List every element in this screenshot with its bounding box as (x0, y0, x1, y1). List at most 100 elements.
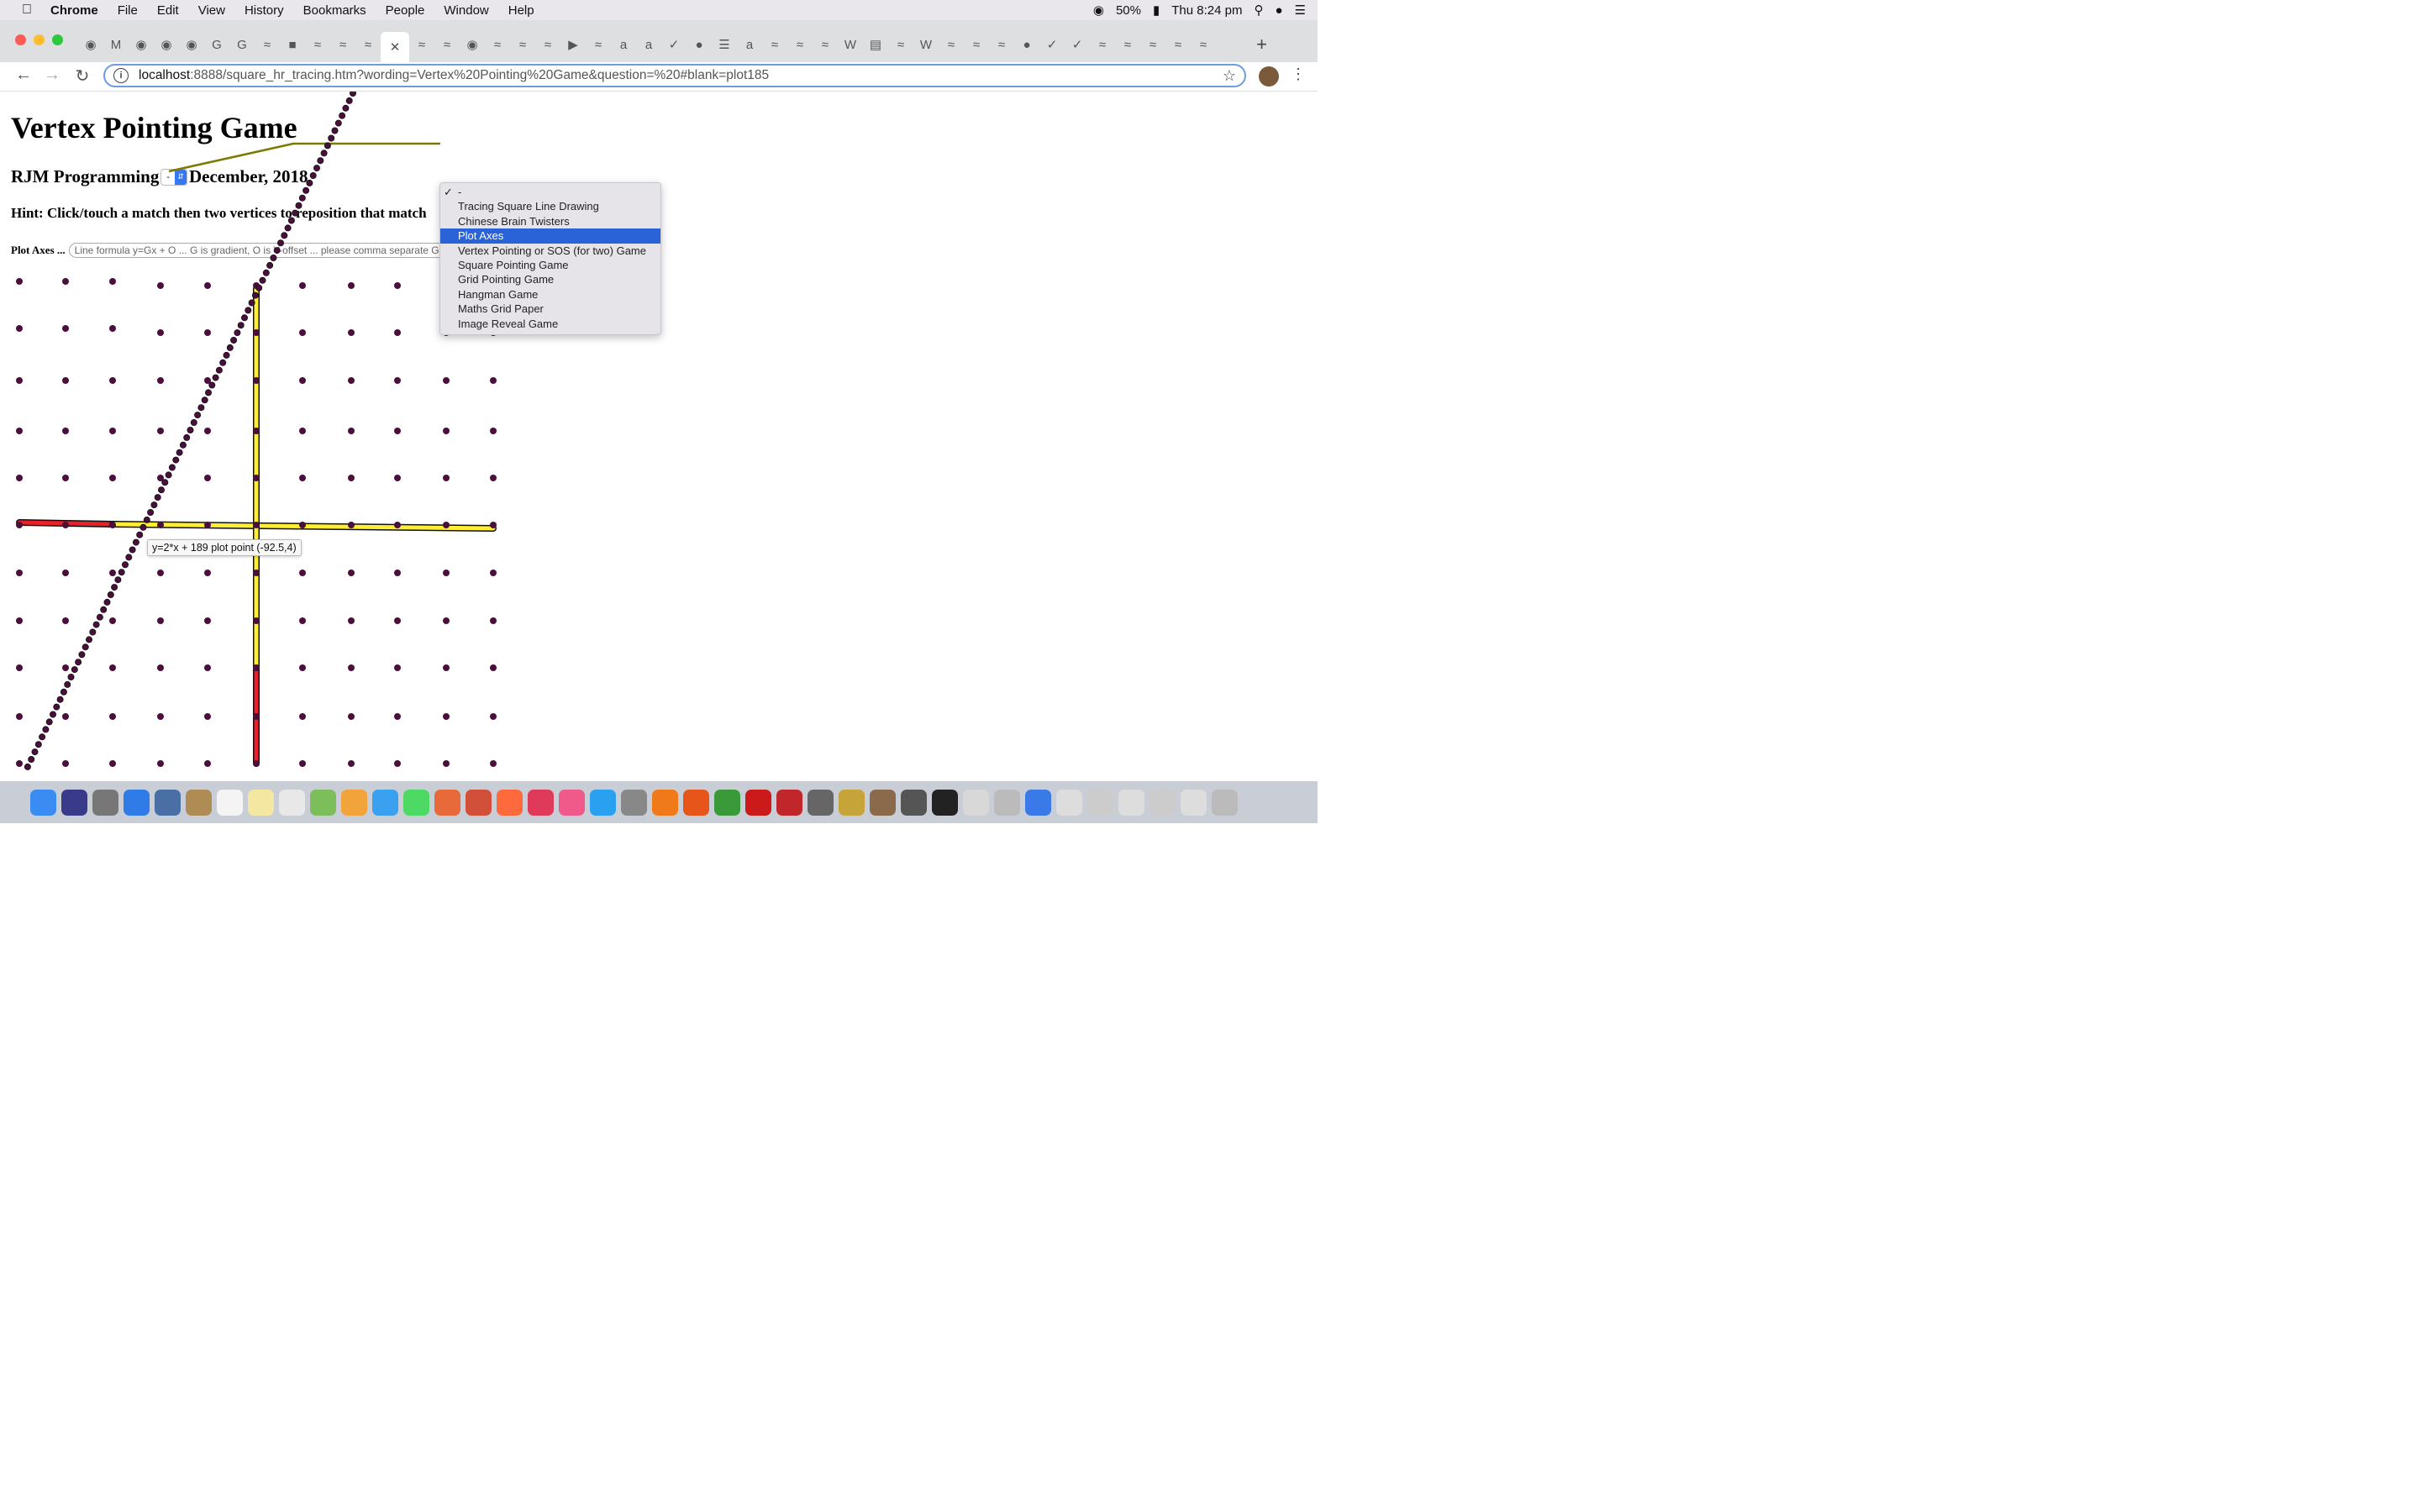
tab-favicon[interactable]: ● (687, 32, 712, 57)
dock-app-icon[interactable] (901, 789, 927, 816)
menu-help[interactable]: Help (508, 3, 534, 18)
tab-favicon[interactable]: ≈ (1140, 32, 1165, 57)
menu-view[interactable]: View (198, 3, 225, 18)
dock-app-icon[interactable] (776, 789, 802, 816)
tab-favicon[interactable]: ≈ (434, 32, 460, 57)
tab-favicon[interactable]: a (737, 32, 762, 57)
tab-favicon[interactable]: ✓ (661, 32, 687, 57)
tab-favicon[interactable]: ≈ (1115, 32, 1140, 57)
tab-favicon[interactable]: ◉ (460, 32, 485, 57)
dock-app-icon[interactable] (621, 789, 647, 816)
dock-app-icon[interactable] (1150, 789, 1176, 816)
dock-app-icon[interactable] (30, 789, 56, 816)
tab-favicon[interactable]: ▶ (560, 32, 586, 57)
dropdown-option[interactable]: Vertex Pointing or SOS (for two) Game (440, 244, 660, 258)
tab-favicon[interactable]: ≈ (535, 32, 560, 57)
dropdown-option[interactable]: ✓ - (440, 185, 660, 199)
tab-favicon[interactable]: ✓ (1039, 32, 1065, 57)
dock-app-icon[interactable] (124, 789, 150, 816)
dropdown-option[interactable]: Plot Axes (440, 228, 660, 244)
tab-favicon[interactable]: ≈ (1191, 32, 1216, 57)
profile-avatar[interactable] (1259, 66, 1279, 87)
tab-favicon[interactable]: W (913, 32, 939, 57)
tab-active-close-icon[interactable]: ✕ (381, 32, 409, 62)
dropdown-option[interactable]: Maths Grid Paper (440, 302, 660, 316)
tab-favicon[interactable]: ≈ (586, 32, 611, 57)
dropdown-option[interactable]: Square Pointing Game (440, 258, 660, 272)
menu-file[interactable]: File (118, 3, 138, 18)
tab-favicon[interactable]: ≈ (787, 32, 813, 57)
tab-favicon[interactable]: ≈ (255, 32, 280, 57)
dock-app-icon[interactable] (652, 789, 678, 816)
tab-favicon[interactable]: M (103, 32, 129, 57)
dock-app-icon[interactable] (994, 789, 1020, 816)
dropdown-option[interactable]: Hangman Game (440, 287, 660, 302)
dropdown-option[interactable]: Grid Pointing Game (440, 272, 660, 286)
tab-favicon[interactable]: ≈ (355, 32, 381, 57)
tab-favicon[interactable]: ≈ (888, 32, 913, 57)
bookmark-star-icon[interactable]: ☆ (1223, 67, 1236, 85)
menu-people[interactable]: People (386, 3, 425, 18)
dock-app-icon[interactable] (1087, 789, 1113, 816)
tab-favicon[interactable]: ≈ (510, 32, 535, 57)
tab-favicon[interactable]: ≈ (964, 32, 989, 57)
dock-app-icon[interactable] (1056, 789, 1082, 816)
tab-favicon[interactable]: ◉ (154, 32, 179, 57)
dock-app-icon[interactable] (1118, 789, 1144, 816)
dock-app-icon[interactable] (310, 789, 336, 816)
more-menu-icon[interactable]: ⋮ (1291, 66, 1306, 83)
clock[interactable]: Thu 8:24 pm (1171, 3, 1242, 18)
forward-arrow-icon[interactable]: → (42, 66, 62, 85)
spotlight-search-icon[interactable]: ⚲ (1254, 3, 1263, 18)
dock-app-icon[interactable] (1025, 789, 1051, 816)
tab-favicon[interactable]: ◉ (78, 32, 103, 57)
menu-edit[interactable]: Edit (157, 3, 179, 18)
reload-icon[interactable]: ↻ (72, 66, 92, 87)
dock-app-icon[interactable] (745, 789, 771, 816)
dropdown-option[interactable]: Tracing Square Line Drawing (440, 199, 660, 213)
tab-favicon[interactable]: ≈ (485, 32, 510, 57)
dropdown-option[interactable]: Chinese Brain Twisters (440, 214, 660, 228)
dock-app-icon[interactable] (217, 789, 243, 816)
menu-window[interactable]: Window (444, 3, 488, 18)
tab-favicon[interactable]: ✓ (1065, 32, 1090, 57)
dock-app-icon[interactable] (683, 789, 709, 816)
dock-app-icon[interactable] (497, 789, 523, 816)
back-arrow-icon[interactable]: ← (13, 66, 34, 85)
tab-favicon[interactable]: ≈ (330, 32, 355, 57)
menu-bookmarks[interactable]: Bookmarks (303, 3, 366, 18)
dock-app-icon[interactable] (932, 789, 958, 816)
tab-favicon[interactable]: ≈ (813, 32, 838, 57)
menu-history[interactable]: History (245, 3, 284, 18)
tab-favicon[interactable]: a (636, 32, 661, 57)
tab-favicon[interactable]: ≈ (409, 32, 434, 57)
dock-app-icon[interactable] (403, 789, 429, 816)
dock-app-icon[interactable] (963, 789, 989, 816)
tab-favicon[interactable]: G (204, 32, 229, 57)
notification-center-icon[interactable]: ☰ (1295, 3, 1306, 18)
tab-favicon[interactable]: ≈ (1090, 32, 1115, 57)
dock-app-icon[interactable] (590, 789, 616, 816)
site-info-icon[interactable]: i (113, 68, 129, 83)
dock-app-icon[interactable] (248, 789, 274, 816)
tab-favicon[interactable]: ≈ (939, 32, 964, 57)
tab-favicon[interactable]: a (611, 32, 636, 57)
zoom-window-button[interactable] (52, 34, 63, 45)
dock-app-icon[interactable] (1212, 789, 1238, 816)
dock-app-icon[interactable] (808, 789, 834, 816)
tab-favicon[interactable]: ◉ (129, 32, 154, 57)
wifi-icon[interactable]: ◉ (1093, 3, 1104, 18)
menu-app-name[interactable]: Chrome (50, 3, 98, 18)
apple-icon[interactable]:  (18, 3, 35, 18)
dock-app-icon[interactable] (279, 789, 305, 816)
siri-icon[interactable]: ● (1275, 3, 1282, 18)
dock-app-icon[interactable] (714, 789, 740, 816)
tab-favicon[interactable]: ≈ (1165, 32, 1191, 57)
new-tab-plus-icon[interactable]: + (1256, 34, 1267, 55)
tab-favicon[interactable]: ≈ (762, 32, 787, 57)
tab-favicon[interactable]: ▤ (863, 32, 888, 57)
tab-favicon[interactable]: ≈ (305, 32, 330, 57)
dropdown-option[interactable]: Image Reveal Game (440, 317, 660, 331)
tab-favicon[interactable]: ≈ (989, 32, 1014, 57)
dock-app-icon[interactable] (186, 789, 212, 816)
